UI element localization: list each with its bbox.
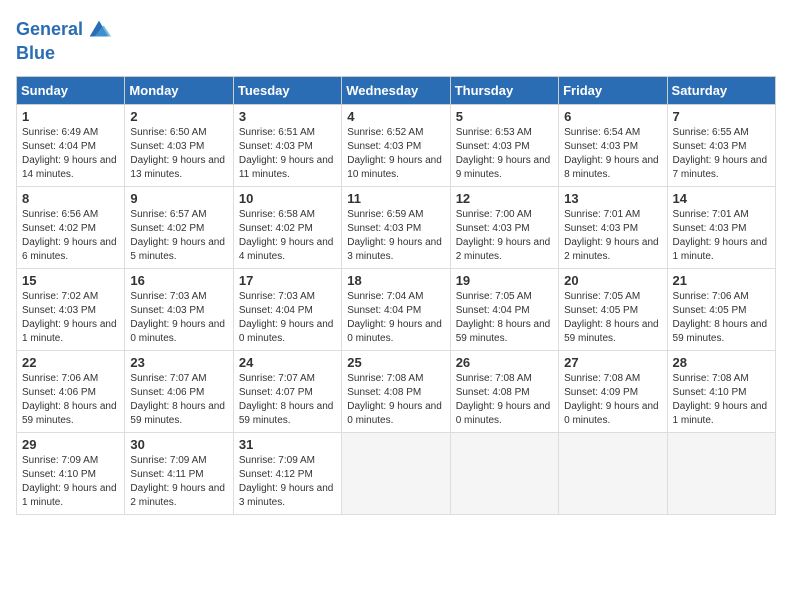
table-row: 20 Sunrise: 7:05 AMSunset: 4:05 PMDaylig… (559, 268, 667, 350)
table-row: 14 Sunrise: 7:01 AMSunset: 4:03 PMDaylig… (667, 186, 775, 268)
table-row: 19 Sunrise: 7:05 AMSunset: 4:04 PMDaylig… (450, 268, 558, 350)
table-row (559, 432, 667, 514)
table-row: 12 Sunrise: 7:00 AMSunset: 4:03 PMDaylig… (450, 186, 558, 268)
header-tuesday: Tuesday (233, 76, 341, 104)
calendar-week-2: 8 Sunrise: 6:56 AMSunset: 4:02 PMDayligh… (17, 186, 776, 268)
table-row: 17 Sunrise: 7:03 AMSunset: 4:04 PMDaylig… (233, 268, 341, 350)
table-row: 2 Sunrise: 6:50 AMSunset: 4:03 PMDayligh… (125, 104, 233, 186)
logo-icon (85, 16, 113, 44)
table-row: 11 Sunrise: 6:59 AMSunset: 4:03 PMDaylig… (342, 186, 450, 268)
table-row: 1 Sunrise: 6:49 AMSunset: 4:04 PMDayligh… (17, 104, 125, 186)
header-sunday: Sunday (17, 76, 125, 104)
table-row: 25 Sunrise: 7:08 AMSunset: 4:08 PMDaylig… (342, 350, 450, 432)
header-friday: Friday (559, 76, 667, 104)
logo-text2: Blue (16, 44, 113, 64)
header-saturday: Saturday (667, 76, 775, 104)
table-row: 24 Sunrise: 7:07 AMSunset: 4:07 PMDaylig… (233, 350, 341, 432)
table-row (450, 432, 558, 514)
calendar-header-row: SundayMondayTuesdayWednesdayThursdayFrid… (17, 76, 776, 104)
calendar-week-4: 22 Sunrise: 7:06 AMSunset: 4:06 PMDaylig… (17, 350, 776, 432)
calendar-week-3: 15 Sunrise: 7:02 AMSunset: 4:03 PMDaylig… (17, 268, 776, 350)
table-row: 26 Sunrise: 7:08 AMSunset: 4:08 PMDaylig… (450, 350, 558, 432)
logo-text: General (16, 20, 83, 40)
table-row: 22 Sunrise: 7:06 AMSunset: 4:06 PMDaylig… (17, 350, 125, 432)
page-header: General Blue (16, 16, 776, 64)
table-row: 3 Sunrise: 6:51 AMSunset: 4:03 PMDayligh… (233, 104, 341, 186)
table-row: 30 Sunrise: 7:09 AMSunset: 4:11 PMDaylig… (125, 432, 233, 514)
table-row: 31 Sunrise: 7:09 AMSunset: 4:12 PMDaylig… (233, 432, 341, 514)
table-row: 27 Sunrise: 7:08 AMSunset: 4:09 PMDaylig… (559, 350, 667, 432)
table-row: 5 Sunrise: 6:53 AMSunset: 4:03 PMDayligh… (450, 104, 558, 186)
calendar-week-5: 29 Sunrise: 7:09 AMSunset: 4:10 PMDaylig… (17, 432, 776, 514)
table-row: 9 Sunrise: 6:57 AMSunset: 4:02 PMDayligh… (125, 186, 233, 268)
table-row: 10 Sunrise: 6:58 AMSunset: 4:02 PMDaylig… (233, 186, 341, 268)
header-monday: Monday (125, 76, 233, 104)
table-row: 13 Sunrise: 7:01 AMSunset: 4:03 PMDaylig… (559, 186, 667, 268)
table-row: 7 Sunrise: 6:55 AMSunset: 4:03 PMDayligh… (667, 104, 775, 186)
table-row: 16 Sunrise: 7:03 AMSunset: 4:03 PMDaylig… (125, 268, 233, 350)
table-row: 23 Sunrise: 7:07 AMSunset: 4:06 PMDaylig… (125, 350, 233, 432)
table-row: 21 Sunrise: 7:06 AMSunset: 4:05 PMDaylig… (667, 268, 775, 350)
header-thursday: Thursday (450, 76, 558, 104)
calendar-week-1: 1 Sunrise: 6:49 AMSunset: 4:04 PMDayligh… (17, 104, 776, 186)
table-row: 18 Sunrise: 7:04 AMSunset: 4:04 PMDaylig… (342, 268, 450, 350)
table-row: 29 Sunrise: 7:09 AMSunset: 4:10 PMDaylig… (17, 432, 125, 514)
table-row: 28 Sunrise: 7:08 AMSunset: 4:10 PMDaylig… (667, 350, 775, 432)
table-row: 6 Sunrise: 6:54 AMSunset: 4:03 PMDayligh… (559, 104, 667, 186)
header-wednesday: Wednesday (342, 76, 450, 104)
calendar-table: SundayMondayTuesdayWednesdayThursdayFrid… (16, 76, 776, 515)
table-row: 8 Sunrise: 6:56 AMSunset: 4:02 PMDayligh… (17, 186, 125, 268)
table-row (342, 432, 450, 514)
table-row (667, 432, 775, 514)
logo: General Blue (16, 16, 113, 64)
table-row: 15 Sunrise: 7:02 AMSunset: 4:03 PMDaylig… (17, 268, 125, 350)
table-row: 4 Sunrise: 6:52 AMSunset: 4:03 PMDayligh… (342, 104, 450, 186)
